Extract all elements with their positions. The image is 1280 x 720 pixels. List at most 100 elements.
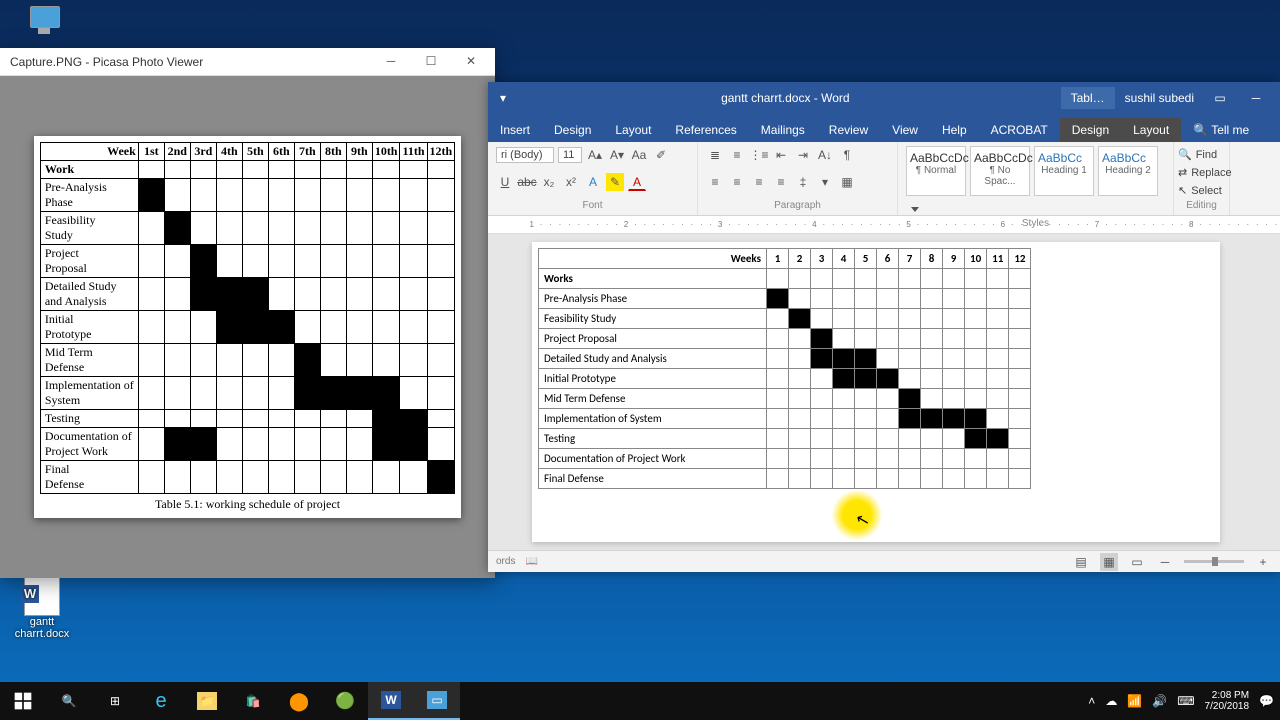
volume-icon[interactable]: 🔊: [1152, 694, 1167, 708]
tell-me[interactable]: 🔍 Tell me: [1181, 118, 1261, 142]
ribbon-tab-layout[interactable]: Layout: [1121, 118, 1181, 142]
view-web-icon[interactable]: ▭: [1128, 553, 1146, 571]
store-icon[interactable]: 🛍️: [230, 682, 276, 720]
styles-group: AaBbCcDc¶ NormalAaBbCcDc¶ No Spac...AaBb…: [898, 142, 1174, 215]
style-Heading 2[interactable]: AaBbCcHeading 2: [1098, 146, 1158, 196]
clock[interactable]: 2:08 PM 7/20/2018: [1205, 690, 1250, 712]
zoom-slider[interactable]: [1184, 560, 1244, 563]
indent-icon[interactable]: ⇥: [794, 146, 812, 164]
align-left-icon[interactable]: ≡: [706, 173, 724, 191]
zoom-out-icon[interactable]: ─: [1156, 553, 1174, 571]
align-right-icon[interactable]: ≡: [750, 173, 768, 191]
ribbon: ri (Body) 11 A▴ A▾ Aa ✐ U abc x₂ x² A ✎ …: [488, 142, 1280, 216]
sort-icon[interactable]: A↓: [816, 146, 834, 164]
text-effects-icon[interactable]: A: [584, 173, 602, 191]
outdent-icon[interactable]: ⇤: [772, 146, 790, 164]
grow-font-icon[interactable]: A▴: [586, 146, 604, 164]
bullets-icon[interactable]: ≣: [706, 146, 724, 164]
quick-access-more-icon[interactable]: ▾: [494, 89, 512, 107]
styles-more-icon[interactable]: [906, 200, 924, 218]
find-button[interactable]: 🔍Find: [1178, 146, 1225, 163]
search-button[interactable]: 🔍: [46, 682, 92, 720]
shrink-font-icon[interactable]: A▾: [608, 146, 626, 164]
font-size-select[interactable]: 11: [558, 147, 582, 163]
desktop-icon-this-pc[interactable]: [14, 6, 74, 38]
ribbon-tab-mailings[interactable]: Mailings: [749, 118, 817, 142]
font-family-select[interactable]: ri (Body): [496, 147, 554, 163]
style-Heading 1[interactable]: AaBbCcHeading 1: [1034, 146, 1094, 196]
line-spacing-icon[interactable]: ‡: [794, 173, 812, 191]
status-proofing-icon[interactable]: 📖: [525, 556, 537, 567]
word-window: ▾ gantt charrt.docx - Word Tabl… sushil …: [488, 82, 1280, 572]
ribbon-tab-help[interactable]: Help: [930, 118, 979, 142]
clear-format-icon[interactable]: ✐: [652, 146, 670, 164]
gantt-table-word[interactable]: Weeks123456789101112WorksPre-Analysis Ph…: [538, 248, 1031, 489]
close-button[interactable]: ✕: [451, 48, 491, 76]
subscript-icon[interactable]: x₂: [540, 173, 558, 191]
highlight-icon[interactable]: ✎: [606, 173, 624, 191]
numbering-icon[interactable]: ≡: [728, 146, 746, 164]
group-label-paragraph: Paragraph: [706, 200, 889, 211]
ribbon-tabs: InsertDesignLayoutReferencesMailingsRevi…: [488, 114, 1280, 142]
explorer-icon[interactable]: 📁: [184, 682, 230, 720]
taskview-button[interactable]: ⊞: [92, 682, 138, 720]
start-button[interactable]: [0, 682, 46, 720]
underline-icon[interactable]: U: [496, 173, 514, 191]
justify-icon[interactable]: ≡: [772, 173, 790, 191]
shading-icon[interactable]: ▾: [816, 173, 834, 191]
superscript-icon[interactable]: x²: [562, 173, 580, 191]
maximize-button[interactable]: ☐: [411, 48, 451, 76]
tray-up-icon[interactable]: ˄: [1088, 694, 1095, 708]
view-read-icon[interactable]: ▤: [1072, 553, 1090, 571]
pilcrow-icon[interactable]: ¶: [838, 146, 856, 164]
strike-icon[interactable]: abc: [518, 173, 536, 191]
ribbon-tab-design[interactable]: Design: [1060, 118, 1121, 142]
style-¶ No Spac...[interactable]: AaBbCcDc¶ No Spac...: [970, 146, 1030, 196]
onedrive-icon[interactable]: ☁: [1105, 694, 1117, 708]
document-area[interactable]: Weeks123456789101112WorksPre-Analysis Ph…: [488, 234, 1280, 554]
ribbon-tab-acrobat[interactable]: ACROBAT: [979, 118, 1060, 142]
gantt-table-image: Week1st2nd3rd4th5th6th7th8th9th10th11th1…: [40, 142, 455, 494]
select-button[interactable]: ↖Select: [1178, 182, 1225, 199]
multilevel-icon[interactable]: ⋮≡: [750, 146, 768, 164]
view-print-icon[interactable]: ▦: [1100, 553, 1118, 571]
group-label-editing: Editing: [1178, 200, 1225, 211]
align-center-icon[interactable]: ≡: [728, 173, 746, 191]
zoom-in-icon[interactable]: +: [1254, 553, 1272, 571]
word-titlebar[interactable]: ▾ gantt charrt.docx - Word Tabl… sushil …: [488, 82, 1280, 114]
photo-viewer-title: Capture.PNG - Picasa Photo Viewer: [10, 55, 203, 69]
photo-viewer-window: Capture.PNG - Picasa Photo Viewer ─ ☐ ✕ …: [0, 48, 495, 578]
replace-button[interactable]: ⇄Replace: [1178, 164, 1225, 181]
word-taskbar-icon[interactable]: W: [368, 682, 414, 720]
ribbon-tab-layout[interactable]: Layout: [603, 118, 663, 142]
ribbon-tab-insert[interactable]: Insert: [488, 118, 542, 142]
ribbon-tab-view[interactable]: View: [880, 118, 930, 142]
chrome-icon[interactable]: 🟢: [322, 682, 368, 720]
word-minimize-button[interactable]: ─: [1238, 82, 1274, 114]
photo-viewer-body: Week1st2nd3rd4th5th6th7th8th9th10th11th1…: [0, 76, 495, 578]
font-color-icon[interactable]: A: [628, 173, 646, 191]
photoviewer-taskbar-icon[interactable]: ▭: [414, 682, 460, 720]
clock-time: 2:08 PM: [1205, 690, 1250, 701]
edge-icon[interactable]: e: [138, 682, 184, 720]
change-case-icon[interactable]: Aa: [630, 146, 648, 164]
desktop-icon-doc[interactable]: gantt charrt.docx: [12, 576, 72, 640]
style-¶ Normal[interactable]: AaBbCcDc¶ Normal: [906, 146, 966, 196]
keyboard-icon[interactable]: ⌨: [1177, 694, 1194, 708]
ribbon-options-icon[interactable]: ▭: [1202, 82, 1238, 114]
user-name[interactable]: sushil subedi: [1117, 87, 1202, 109]
wifi-icon[interactable]: 📶: [1127, 694, 1142, 708]
ribbon-tab-references[interactable]: References: [663, 118, 748, 142]
contextual-tab[interactable]: Tabl…: [1061, 87, 1115, 109]
notifications-icon[interactable]: 💬: [1259, 694, 1274, 708]
ribbon-tab-design[interactable]: Design: [542, 118, 603, 142]
page: Weeks123456789101112WorksPre-Analysis Ph…: [532, 242, 1220, 542]
borders-icon[interactable]: ▦: [838, 173, 856, 191]
ribbon-tab-review[interactable]: Review: [817, 118, 880, 142]
taskbar: 🔍 ⊞ e 📁 🛍️ ⬤ 🟢 W ▭ ˄ ☁ 📶 🔊 ⌨ 2:08 PM 7/2…: [0, 682, 1280, 720]
status-words[interactable]: ords: [496, 556, 515, 567]
editing-group: 🔍Find ⇄Replace ↖Select Editing: [1174, 142, 1230, 215]
titlebar[interactable]: Capture.PNG - Picasa Photo Viewer ─ ☐ ✕: [0, 48, 495, 76]
firefox-icon[interactable]: ⬤: [276, 682, 322, 720]
minimize-button[interactable]: ─: [371, 48, 411, 76]
